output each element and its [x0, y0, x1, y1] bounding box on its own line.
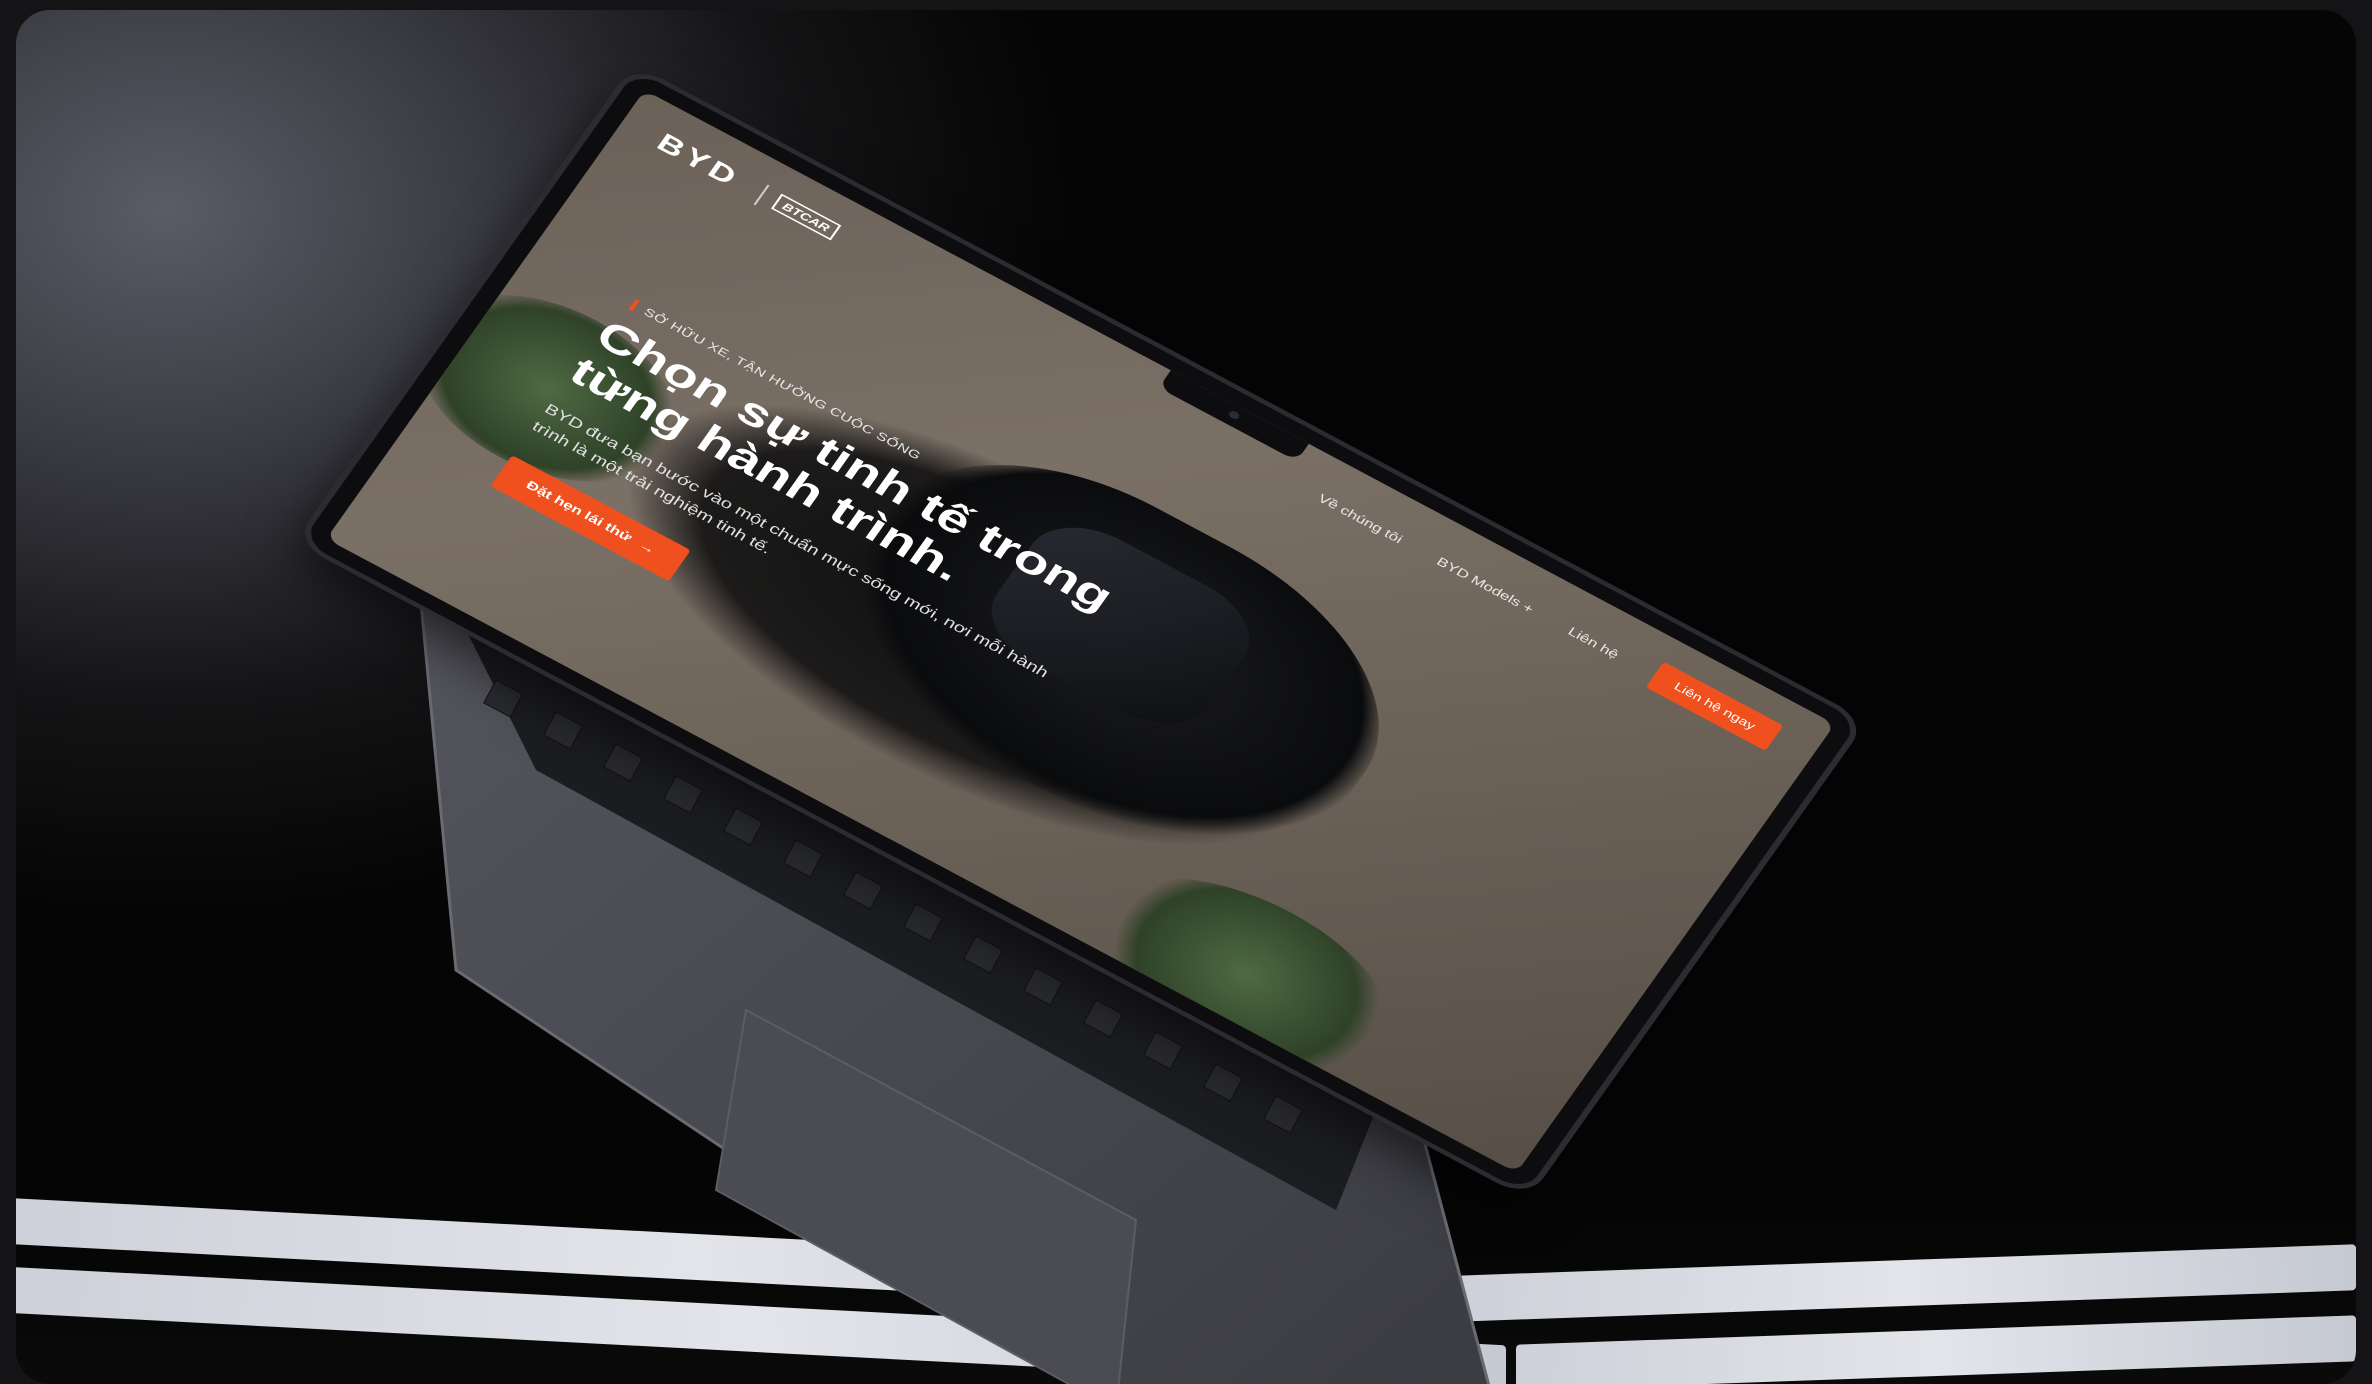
dealer-logo[interactable]: BTCAR [770, 193, 842, 241]
camera-icon [1227, 409, 1241, 421]
light-strip [1516, 1315, 2356, 1384]
nav-item-models[interactable]: BYD Models + [1433, 555, 1536, 616]
byd-logo[interactable]: BYD [651, 128, 746, 193]
main-nav: Về chúng tôi BYD Models + Liên hệ Tin tứ… [1315, 492, 1703, 706]
arrow-right-icon: → [635, 538, 658, 558]
nav-item-contact[interactable]: Liên hệ [1565, 625, 1621, 662]
contact-now-button[interactable]: Liên hệ ngay [1645, 661, 1784, 751]
camera-notch [1158, 370, 1309, 462]
mockup-stage: BYD BTCAR Về chúng tôi BYD Models + Liên… [16, 10, 2356, 1384]
light-strip [1456, 1244, 2356, 1322]
nav-item-about[interactable]: Về chúng tôi [1315, 492, 1404, 547]
book-test-drive-label: Đặt hẹn lái thử [523, 478, 635, 545]
logo-divider [753, 184, 770, 206]
